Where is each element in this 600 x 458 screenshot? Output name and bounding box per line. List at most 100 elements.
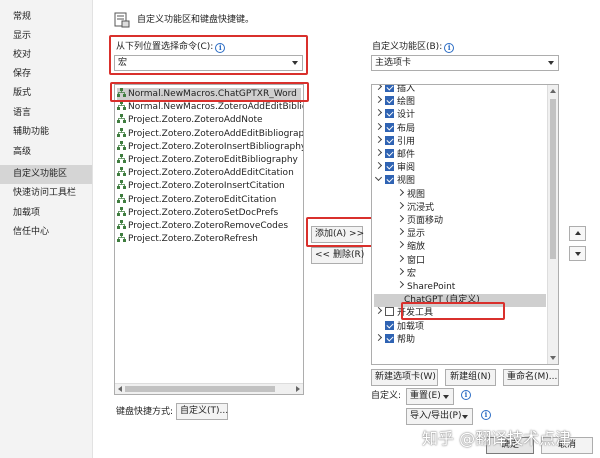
chevron-down-icon[interactable]	[375, 175, 383, 183]
ribbon-tree-item[interactable]: 沉浸式	[397, 202, 434, 215]
checkbox[interactable]	[385, 109, 394, 119]
command-list-item[interactable]: Project.Zotero.ZoteroEditBibliography	[117, 154, 301, 167]
command-list-item[interactable]: Project.Zotero.ZoteroInsertCitation	[117, 180, 301, 193]
ribbon-tree-item[interactable]: 宏	[397, 268, 416, 281]
ribbon-tree-item[interactable]: 布局	[375, 122, 415, 136]
ribbon-tree-item[interactable]: 审阅	[375, 162, 415, 175]
command-list-item[interactable]: Project.Zotero.ZoteroRemoveCodes	[117, 220, 301, 233]
chevron-right-icon[interactable]	[375, 136, 383, 144]
nav-item[interactable]: 常规	[0, 8, 92, 27]
ribbon-tabs-value: 主选项卡	[375, 58, 412, 68]
ribbon-tree-item[interactable]: 邮件	[375, 149, 415, 162]
ribbon-tree-item[interactable]: 引用	[375, 135, 415, 149]
checkbox[interactable]	[385, 122, 394, 132]
scroll-down-icon[interactable]	[550, 356, 556, 360]
command-list-item[interactable]: Project.Zotero.ZoteroSetDocPrefs	[117, 206, 301, 220]
command-list-item[interactable]: Normal.NewMacros.ZoteroAddEditBibliogr	[117, 101, 303, 114]
nav-item[interactable]: 快速访问工具栏	[0, 184, 92, 203]
import-export-button[interactable]: 导入/导出(P)	[406, 408, 473, 425]
scroll-up-icon[interactable]	[550, 89, 556, 93]
commands-list-hscroll[interactable]	[115, 383, 303, 394]
chevron-right-icon[interactable]	[375, 85, 383, 91]
chevron-right-icon[interactable]	[375, 149, 383, 157]
triangle-down-icon	[575, 252, 581, 256]
ribbon-tree[interactable]: 插入 绘图 设计 布局 引用 邮件 审阅 视图 视图 沉浸式 页面移动 显示 缩放 窗口宏 SharePoi…	[371, 84, 559, 365]
checkbox[interactable]	[385, 96, 394, 106]
chevron-right-icon[interactable]	[397, 215, 405, 223]
ribbon-tree-item-label: 加载项	[397, 321, 425, 332]
checkbox[interactable]	[385, 320, 394, 330]
keyboard-customize-button[interactable]: 自定义(T)...	[176, 403, 228, 420]
ribbon-tree-item[interactable]: 帮助	[375, 333, 415, 347]
ribbon-tree-item[interactable]: 加载项	[375, 320, 425, 334]
info-icon[interactable]: i	[461, 390, 471, 400]
checkbox[interactable]	[385, 333, 394, 343]
chevron-right-icon[interactable]	[375, 96, 383, 104]
ribbon-tree-item-label: 绘图	[397, 97, 416, 108]
customize-label: 自定义:	[371, 391, 402, 401]
nav-item[interactable]: 保存	[0, 65, 92, 84]
chevron-right-icon[interactable]	[375, 162, 383, 170]
nav-item[interactable]: 辅助功能	[0, 123, 92, 142]
checkbox[interactable]	[385, 162, 394, 172]
move-down-button[interactable]	[569, 246, 586, 261]
nav-item[interactable]: 校对	[0, 46, 92, 65]
ribbon-tree-item[interactable]: 视图	[375, 175, 415, 188]
ribbon-tree-item[interactable]: 视图	[397, 189, 425, 202]
checkbox[interactable]	[385, 149, 394, 158]
chevron-right-icon[interactable]	[397, 202, 405, 210]
ribbon-tree-item[interactable]: 窗口	[397, 255, 425, 268]
chevron-right-icon[interactable]	[375, 307, 383, 315]
chevron-right-icon[interactable]	[375, 334, 383, 342]
scroll-right-icon[interactable]	[296, 386, 300, 392]
chevron-right-icon[interactable]	[397, 228, 405, 236]
ribbon-tree-item[interactable]: 插入	[375, 85, 415, 96]
command-list-item[interactable]: Project.Zotero.ZoteroInsertBibliography	[117, 140, 303, 154]
info-icon[interactable]: i	[481, 410, 491, 420]
macro-icon	[117, 233, 126, 243]
nav-item[interactable]: 语言	[0, 104, 92, 123]
new-group-button[interactable]: 新建组(N)	[445, 369, 496, 386]
ribbon-tree-vscroll[interactable]	[547, 85, 558, 364]
checkbox[interactable]	[385, 175, 394, 185]
nav-item[interactable]: 加载项	[0, 204, 92, 223]
scroll-left-icon[interactable]	[118, 386, 122, 392]
commands-list[interactable]: Normal.NewMacros.ChatGPTXR_Word Normal.Ne…	[114, 84, 304, 395]
nav-item[interactable]: 信任中心	[0, 223, 92, 242]
reset-button[interactable]: 重置(E)	[406, 388, 454, 405]
ribbon-tree-item[interactable]: 页面移动	[397, 215, 443, 228]
rename-button[interactable]: 重命名(M)...	[503, 369, 559, 386]
nav-item[interactable]: 高级	[0, 143, 92, 162]
ribbon-tree-item[interactable]: 显示	[397, 228, 425, 241]
ribbon-tree-item[interactable]: 设计	[375, 109, 415, 122]
nav-item[interactable]: 显示	[0, 27, 92, 46]
ribbon-tree-item[interactable]: 绘图	[375, 96, 415, 109]
ribbon-tree-item[interactable]: SharePoint	[397, 281, 455, 294]
chevron-right-icon[interactable]	[397, 268, 405, 276]
move-up-button[interactable]	[569, 226, 586, 241]
scroll-thumb[interactable]	[125, 386, 275, 392]
nav-item[interactable]: 版式	[0, 84, 92, 103]
command-list-item[interactable]: Project.Zotero.ZoteroAddEditCitation	[117, 167, 301, 180]
chevron-right-icon[interactable]	[375, 109, 383, 117]
ribbon-tabs-select[interactable]: 主选项卡	[371, 55, 559, 71]
checkbox[interactable]	[385, 85, 394, 92]
chevron-right-icon[interactable]	[375, 123, 383, 131]
nav-item[interactable]: 自定义功能区	[0, 165, 92, 184]
new-tab-button[interactable]: 新建选项卡(W)	[371, 369, 438, 386]
command-list-item[interactable]: Project.Zotero.ZoteroAddEditBibliography	[117, 127, 303, 141]
command-list-item[interactable]: Project.Zotero.ZoteroEditCitation	[117, 193, 301, 207]
scroll-thumb[interactable]	[550, 99, 556, 259]
chevron-right-icon[interactable]	[397, 189, 405, 197]
info-icon[interactable]: i	[444, 43, 455, 53]
checkbox[interactable]	[385, 135, 394, 145]
macro-icon	[117, 154, 126, 163]
chevron-right-icon[interactable]	[397, 281, 405, 289]
chevron-right-icon[interactable]	[397, 241, 405, 249]
command-list-item[interactable]: Project.Zotero.ZoteroRefresh	[117, 233, 301, 246]
chevron-right-icon[interactable]	[397, 255, 405, 263]
ribbon-tree-item[interactable]: 缩放	[397, 241, 425, 254]
command-list-item[interactable]: Project.Zotero.ZoteroAddNote	[117, 114, 301, 127]
remove-button[interactable]: << 删除(R)	[311, 247, 364, 264]
checkbox[interactable]	[385, 307, 394, 317]
